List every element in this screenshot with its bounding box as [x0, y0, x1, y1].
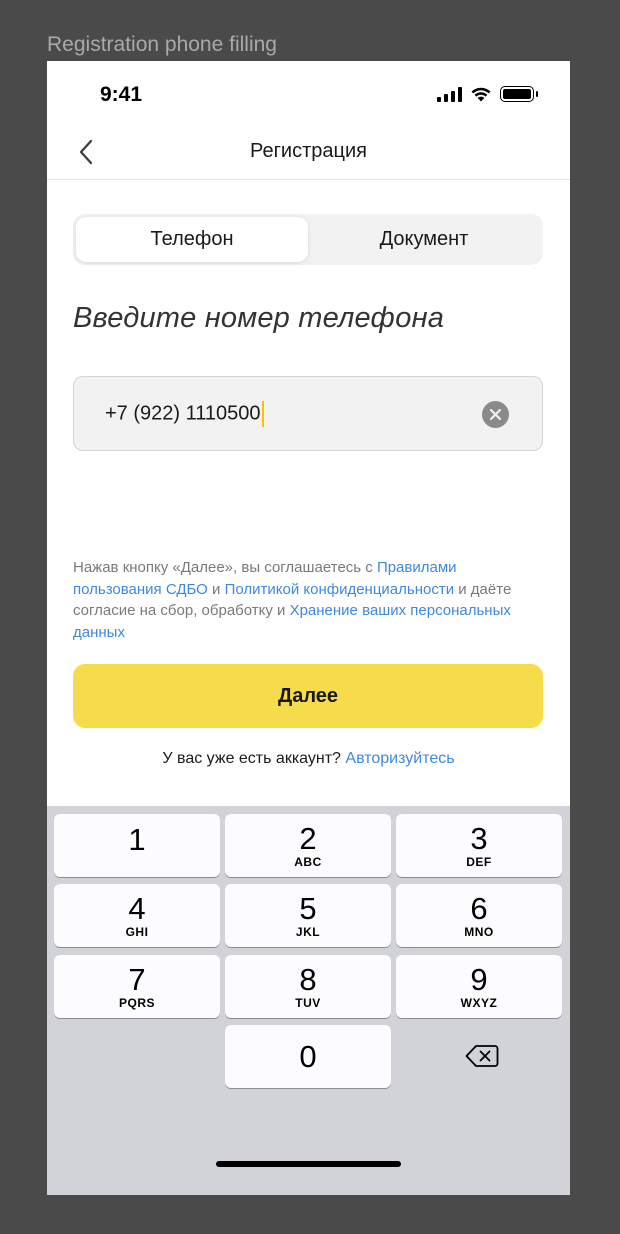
next-button[interactable]: Далее: [73, 664, 543, 728]
phone-input[interactable]: +7 (922) 1110500: [73, 376, 543, 451]
key-digit: 9: [470, 961, 488, 997]
key-digit: 1: [128, 821, 146, 857]
key-3[interactable]: 3 DEF: [396, 814, 562, 877]
key-digit: 3: [470, 820, 488, 856]
key-digit: 2: [299, 820, 317, 856]
key-letters: PQRS: [118, 995, 155, 1010]
privacy-policy-link[interactable]: Политикой конфиденциальности: [225, 581, 455, 598]
key-digit: 0: [299, 1038, 317, 1074]
key-digit: 8: [299, 961, 317, 997]
key-5[interactable]: 5 JKL: [225, 884, 391, 947]
login-prompt-text: У вас уже есть аккаунт?: [162, 750, 346, 767]
clear-input-button[interactable]: [482, 401, 509, 428]
key-digit: 4: [128, 890, 146, 926]
key-digit: 6: [470, 890, 488, 926]
key-9[interactable]: 9 WXYZ: [396, 955, 562, 1018]
status-icons: [437, 86, 538, 102]
frame-label: Registration phone filling: [47, 33, 277, 56]
delete-key[interactable]: [454, 1038, 510, 1074]
page-title: Регистрация: [250, 140, 367, 162]
login-link[interactable]: Авторизуйтесь: [345, 750, 454, 767]
phone-heading: Введите номер телефона: [73, 302, 445, 334]
battery-icon: [500, 86, 538, 102]
clear-circle-icon: [489, 408, 502, 421]
agreement-text: Нажав кнопку «Далее», вы соглашаетесь с …: [73, 557, 513, 643]
agreement-part1: Нажав кнопку «Далее», вы соглашаетесь с: [73, 559, 377, 576]
tab-phone[interactable]: Телефон: [76, 217, 308, 262]
status-bar: 9:41: [47, 61, 570, 131]
status-time: 9:41: [100, 83, 143, 106]
key-letters: MNO: [464, 924, 494, 939]
key-letters: WXYZ: [460, 995, 498, 1010]
key-2[interactable]: 2 ABC: [225, 814, 391, 877]
wifi-icon: [471, 87, 491, 102]
cellular-signal-icon: [437, 86, 462, 102]
key-letters: JKL: [295, 924, 321, 939]
nav-bar: Регистрация: [47, 131, 570, 180]
key-8[interactable]: 8 TUV: [225, 955, 391, 1018]
key-letters: TUV: [295, 995, 321, 1010]
phone-screen: 9:41 Регистрация Телефон Документ Введит…: [47, 61, 570, 1195]
registration-method-tabs: Телефон Документ: [73, 214, 543, 265]
tab-document[interactable]: Документ: [308, 217, 540, 262]
key-1[interactable]: 1: [54, 814, 220, 877]
key-6[interactable]: 6 MNO: [396, 884, 562, 947]
key-0[interactable]: 0: [225, 1025, 391, 1088]
phone-input-value: +7 (922) 1110500: [105, 401, 264, 427]
key-letters: GHI: [125, 924, 149, 939]
key-letters: ABC: [294, 854, 322, 869]
key-digit: 7: [128, 961, 146, 997]
key-4[interactable]: 4 GHI: [54, 884, 220, 947]
home-indicator: [216, 1161, 401, 1167]
login-prompt: У вас уже есть аккаунт? Авторизуйтесь: [47, 750, 570, 768]
key-digit: 5: [299, 890, 317, 926]
agreement-part2: и: [207, 580, 225, 598]
backspace-icon: [465, 1045, 499, 1067]
key-7[interactable]: 7 PQRS: [54, 955, 220, 1018]
text-caret: [261, 401, 264, 427]
key-letters: DEF: [466, 854, 492, 869]
numeric-keypad: 1 2 ABC 3 DEF 4 GHI 5 JKL 6 MNO 7 PQRS 8 TUV 9W…: [47, 806, 570, 1195]
phone-input-text: +7 (922) 1110500: [105, 402, 261, 425]
